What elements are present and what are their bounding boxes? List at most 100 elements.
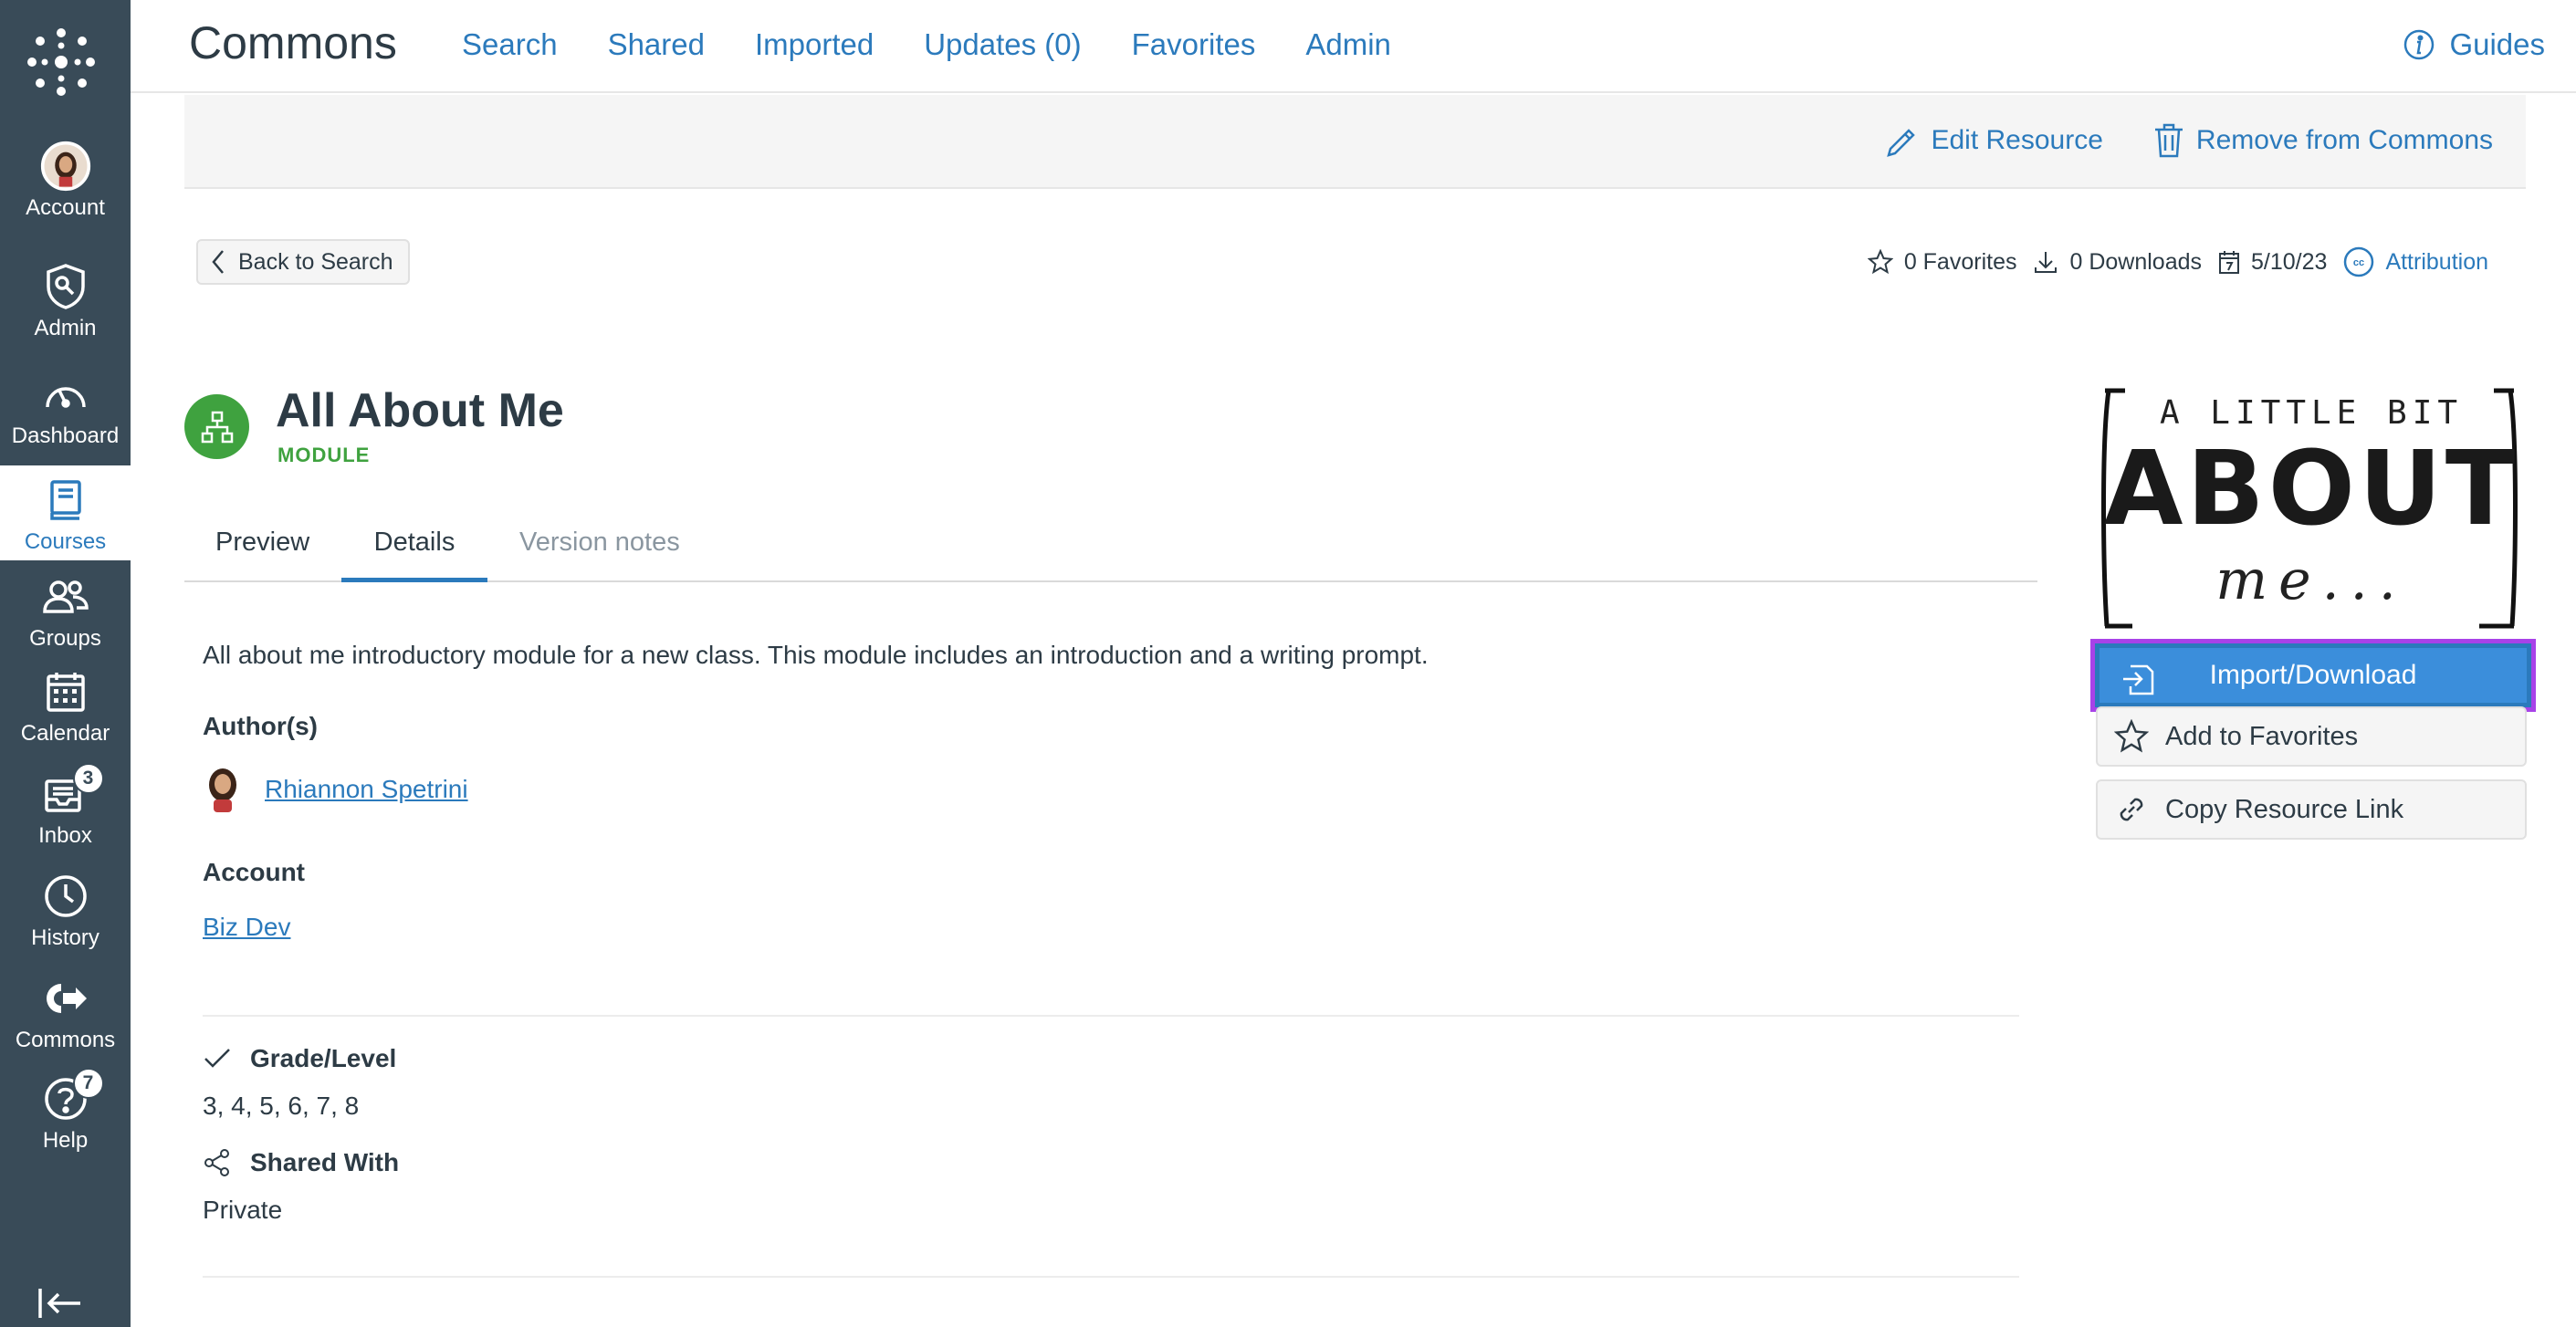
pencil-icon — [1887, 129, 1916, 157]
book-icon — [40, 475, 91, 526]
add-to-favorites-button[interactable]: Add to Favorites — [2096, 706, 2527, 767]
nav-link-shared[interactable]: Shared — [608, 27, 705, 62]
edit-resource-button[interactable]: Edit Resource — [1885, 122, 2103, 159]
attribution-link[interactable]: cc Attribution — [2343, 246, 2488, 277]
star-icon — [1867, 249, 1893, 275]
inbox-icon: 3 — [40, 763, 104, 820]
grade-heading-text: Grade/Level — [250, 1044, 397, 1072]
tab-version-notes[interactable]: Version notes — [519, 518, 680, 582]
copy-resource-link-button[interactable]: Copy Resource Link — [2096, 779, 2527, 840]
download-icon — [2035, 252, 2058, 273]
thumbnail-line1: A LITTLE BIT — [2160, 394, 2463, 432]
guides-button[interactable]: Guides — [2403, 27, 2545, 62]
remove-from-commons-button[interactable]: Remove from Commons — [2152, 122, 2493, 159]
shield-icon — [40, 261, 91, 312]
import-download-button[interactable]: Import/Download — [2090, 639, 2536, 712]
resource-action-bar: Edit Resource Remove from Commons — [184, 95, 2526, 189]
nav-link-imported[interactable]: Imported — [755, 27, 874, 62]
shared-with-heading: Shared With — [203, 1148, 399, 1177]
nav-item-groups[interactable]: Groups — [0, 571, 131, 670]
favorites-text: 0 Favorites — [1903, 248, 2017, 275]
authors-heading: Author(s) — [203, 712, 318, 740]
nav-item-history[interactable]: History — [0, 871, 131, 969]
resource-title: All About Me — [276, 384, 564, 437]
divider — [203, 1015, 2019, 1017]
resource-thumbnail: A LITTLE BIT ABOUT me... — [2096, 387, 2523, 633]
resource-type-label: MODULE — [277, 444, 371, 466]
top-nav: Search Shared Imported Updates (0) Favor… — [462, 27, 1391, 62]
add-to-favorites-label: Add to Favorites — [2165, 721, 2359, 751]
account-link[interactable]: Biz Dev — [203, 913, 290, 942]
nav-link-admin[interactable]: Admin — [1305, 27, 1391, 62]
calendar-small-icon — [2219, 251, 2240, 274]
guides-label: Guides — [2449, 27, 2545, 61]
nav-item-admin[interactable]: Admin — [0, 261, 131, 360]
commons-header: Commons Search Shared Imported Updates (… — [131, 0, 2576, 93]
avatar-icon — [40, 141, 91, 192]
copy-resource-link-label: Copy Resource Link — [2165, 794, 2404, 824]
module-type-icon — [184, 394, 249, 459]
nav-label: Courses — [24, 529, 107, 554]
nav-item-inbox[interactable]: 3 Inbox — [0, 763, 131, 867]
author-link[interactable]: Rhiannon Spetrini — [265, 775, 468, 804]
star-icon — [2114, 719, 2149, 753]
attribution-text: Attribution — [2385, 248, 2488, 275]
author-avatar — [209, 768, 236, 812]
nav-item-commons[interactable]: Commons — [0, 973, 131, 1071]
users-icon — [40, 571, 91, 622]
import-download-label: Import/Download — [2209, 660, 2417, 690]
downloads-count: 0 Downloads — [2033, 249, 2202, 276]
resource-meta: 0 Favorites 0 Downloads 5/10/23 cc Attri… — [1867, 246, 2488, 277]
nav-item-dashboard[interactable]: Dashboard — [0, 369, 131, 467]
author-row: Rhiannon Spetrini — [203, 767, 468, 812]
edit-resource-label: Edit Resource — [1931, 125, 2103, 155]
nav-label: Help — [42, 1128, 89, 1153]
nav-label: History — [31, 925, 99, 950]
account-heading: Account — [203, 858, 305, 886]
nav-item-help[interactable]: 7 Help — [0, 1068, 131, 1172]
commons-app: Account Admin Dashboard Courses Groups C… — [0, 0, 2576, 1327]
favorites-count: 0 Favorites — [1867, 248, 2017, 276]
info-icon — [2404, 29, 2435, 60]
help-badge: 7 — [72, 1068, 104, 1099]
back-label: Back to Search — [238, 248, 393, 275]
nav-link-search[interactable]: Search — [462, 27, 558, 62]
nav-item-account[interactable]: Account — [0, 141, 131, 239]
canvas-logo-icon[interactable] — [25, 26, 98, 99]
app-title: Commons — [189, 17, 397, 68]
inbox-badge: 3 — [72, 763, 104, 794]
commons-icon — [40, 973, 91, 1024]
remove-from-commons-label: Remove from Commons — [2195, 125, 2493, 155]
nav-item-courses[interactable]: Courses — [0, 465, 131, 560]
shared-with-value: Private — [203, 1196, 283, 1224]
nav-label: Inbox — [38, 823, 92, 848]
tab-details[interactable]: Details — [341, 518, 487, 582]
nav-link-favorites[interactable]: Favorites — [1132, 27, 1256, 62]
nav-link-updates[interactable]: Updates (0) — [924, 27, 1081, 62]
downloads-text: 0 Downloads — [2069, 248, 2203, 275]
resource-description: All about me introductory module for a n… — [203, 641, 1429, 669]
tab-preview[interactable]: Preview — [215, 518, 309, 582]
nav-item-calendar[interactable]: Calendar — [0, 666, 131, 765]
resource-tabs: Preview Details Version notes — [184, 518, 2037, 582]
nav-label: Commons — [15, 1028, 116, 1052]
back-to-search-button[interactable]: Back to Search — [196, 239, 410, 285]
divider — [203, 1276, 2019, 1278]
link-icon — [2120, 798, 2143, 821]
dashboard-icon — [40, 369, 91, 420]
collapse-nav-icon[interactable] — [37, 1285, 84, 1322]
chevron-left-icon — [212, 250, 224, 274]
thumbnail-line3: me... — [2215, 549, 2407, 612]
global-nav: Account Admin Dashboard Courses Groups C… — [0, 0, 131, 1327]
date-text: 5/10/23 — [2251, 248, 2328, 275]
trash-icon — [2154, 123, 2183, 158]
shared-heading-text: Shared With — [250, 1148, 400, 1176]
help-icon: 7 — [40, 1068, 104, 1124]
svg-text:cc: cc — [2353, 257, 2364, 268]
nav-label: Groups — [29, 626, 101, 651]
clock-icon — [40, 871, 91, 922]
creative-commons-icon: cc — [2344, 246, 2374, 277]
calendar-icon — [40, 666, 91, 717]
import-download-inner: Import/Download — [2100, 648, 2527, 703]
grade-level-heading: Grade/Level — [203, 1044, 396, 1073]
